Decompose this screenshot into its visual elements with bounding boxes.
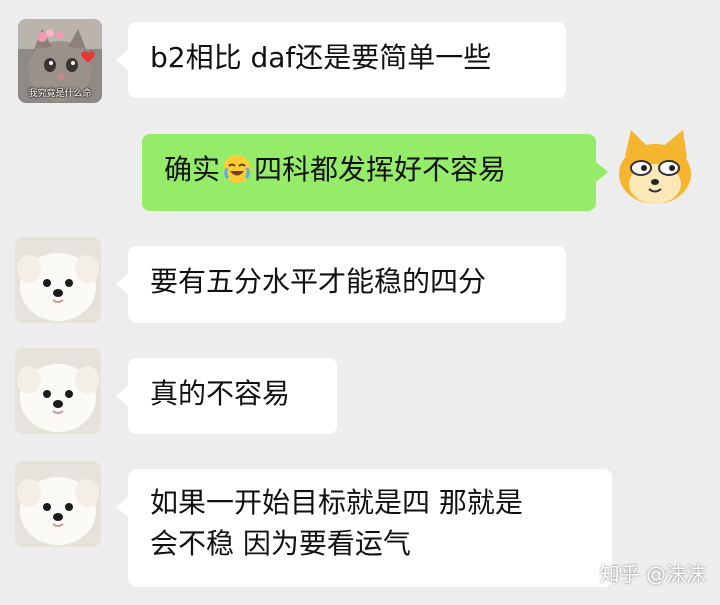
message-bubble[interactable]: 要有五分水平才能稳的四分 — [116, 246, 566, 323]
message-text-after: 四科都发挥好不容易 — [254, 153, 507, 186]
puppy-avatar[interactable] — [15, 348, 101, 434]
message-text-line-1: 如果一开始目标就是四 那就是 — [150, 486, 523, 519]
crying-laughing-emoji-icon — [222, 154, 252, 184]
watermark-text: 知乎 @沫沫 — [599, 562, 706, 586]
message-text: 真的不容易 — [150, 377, 291, 410]
avatar-caption: 我究竟是什么命 — [28, 89, 92, 99]
message-bubble[interactable]: 真的不容易 — [116, 358, 337, 434]
message-bubble[interactable]: 确实 四科都发挥好不容易 — [142, 134, 608, 211]
puppy-avatar[interactable] — [15, 461, 101, 547]
doge-avatar[interactable] — [613, 126, 697, 210]
puppy-avatar[interactable] — [15, 237, 101, 323]
message-bubble[interactable]: b2相比 daf还是要简单一些 — [116, 22, 566, 98]
chat-window: 我究竟是什么命 b2相比 daf还是要简单一些 确实 四科都发挥好不容易 要有五… — [0, 0, 720, 605]
cat-avatar[interactable]: 我究竟是什么命 — [18, 19, 102, 103]
message-text: b2相比 daf还是要简单一些 — [150, 41, 492, 74]
message-bubble[interactable]: 如果一开始目标就是四 那就是 会不稳 因为要看运气 — [116, 469, 612, 587]
message-text-line-2: 会不稳 因为要看运气 — [150, 526, 411, 560]
message-text-before: 确实 — [164, 153, 221, 186]
message-text: 要有五分水平才能稳的四分 — [150, 265, 487, 298]
watermark: 知乎 @沫沫 — [600, 558, 706, 587]
